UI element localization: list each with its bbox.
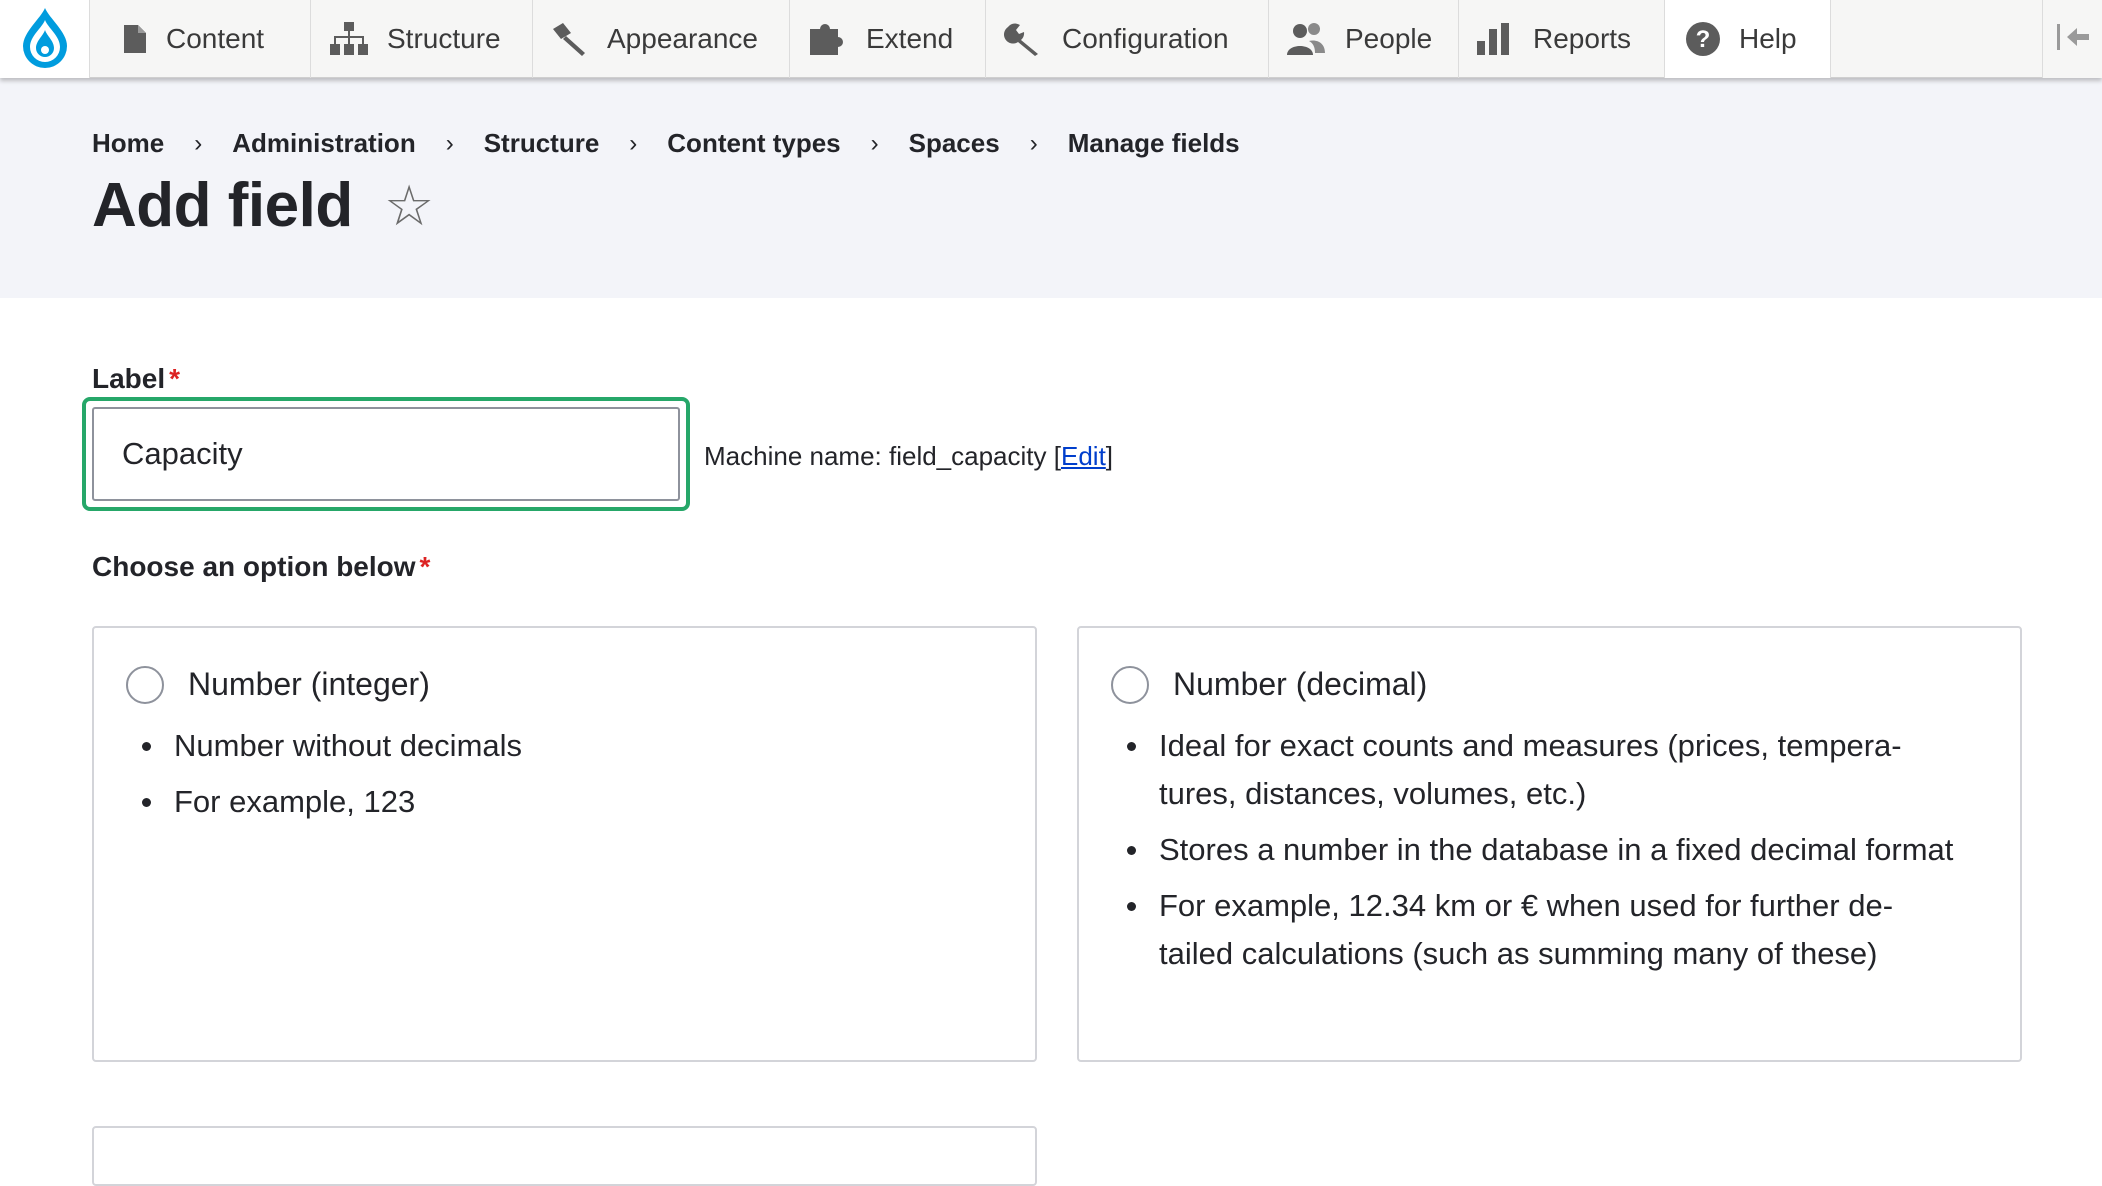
- label-input[interactable]: [92, 407, 680, 501]
- breadcrumb-home[interactable]: Home: [92, 128, 164, 159]
- breadcrumb-content-types[interactable]: Content types: [667, 128, 840, 159]
- toolbar-people-label: People: [1345, 23, 1433, 54]
- toolbar-reports[interactable]: Reports: [1459, 0, 1665, 78]
- toolbar-configuration-label: Configuration: [1062, 23, 1229, 54]
- option-description-list: Ideal for exact counts and measures (pri…: [1127, 722, 1957, 986]
- puzzle-icon: [808, 21, 848, 57]
- sitemap-icon: [329, 21, 369, 57]
- collapse-toolbar-icon: [2053, 22, 2093, 57]
- admin-toolbar: Content Structure Appearance Extend Conf…: [0, 0, 2102, 78]
- breadcrumb-administration[interactable]: Administration: [232, 128, 415, 159]
- drupal-logo[interactable]: [0, 0, 90, 78]
- toolbar-help-label: Help: [1739, 23, 1797, 54]
- breadcrumb-separator: ›: [445, 129, 454, 157]
- option-card-number-decimal[interactable]: Number (decimal) Ideal for exact counts …: [1077, 626, 2022, 1062]
- required-marker: *: [419, 551, 431, 582]
- list-item: For example, 123: [142, 778, 972, 826]
- breadcrumb-structure[interactable]: Structure: [484, 128, 600, 159]
- choose-option-label: Choose an option below *: [92, 551, 430, 583]
- breadcrumb-separator: ›: [1029, 129, 1038, 157]
- required-marker: *: [169, 363, 181, 394]
- wrench-icon: [1004, 21, 1044, 57]
- favorite-star-icon[interactable]: ☆: [384, 178, 434, 234]
- machine-name-text: Machine name: field_capacity: [704, 441, 1054, 471]
- list-item: Ideal for exact counts and measures (pri…: [1127, 722, 1957, 818]
- page-title: Add field: [92, 171, 353, 240]
- machine-name-open-bracket: [: [1053, 441, 1061, 471]
- toolbar-reports-label: Reports: [1533, 23, 1632, 54]
- label-field-label: Label *: [92, 363, 180, 395]
- breadcrumb: Home › Administration › Structure › Cont…: [92, 128, 1240, 159]
- breadcrumb-separator: ›: [629, 129, 638, 157]
- toolbar-structure-label: Structure: [387, 23, 501, 54]
- bar-chart-icon: [1475, 21, 1515, 57]
- toolbar-appearance-label: Appearance: [607, 23, 759, 54]
- drupal-drop-icon: [20, 6, 70, 73]
- breadcrumb-separator: ›: [194, 129, 203, 157]
- help-icon: ?: [1685, 21, 1721, 57]
- machine-name-edit-link[interactable]: Edit: [1061, 441, 1106, 471]
- choose-option-text: Choose an option below: [92, 551, 416, 582]
- radio-number-decimal[interactable]: [1111, 666, 1149, 704]
- machine-name: Machine name: field_capacity [Edit]: [704, 441, 1113, 472]
- toolbar-structure[interactable]: Structure: [311, 0, 533, 78]
- option-title: Number (decimal): [1173, 666, 1428, 702]
- people-icon: [1285, 21, 1327, 57]
- breadcrumb-manage-fields[interactable]: Manage fields: [1068, 128, 1240, 159]
- list-item: For example, 12.34 km or € when used for…: [1127, 882, 1957, 978]
- paintbrush-icon: [549, 21, 589, 57]
- toolbar-appearance[interactable]: Appearance: [533, 0, 790, 78]
- toolbar-people[interactable]: People: [1269, 0, 1459, 78]
- toolbar-help[interactable]: ? Help: [1665, 0, 1831, 78]
- label-field-text: Label: [92, 363, 166, 394]
- toolbar-extend-label: Extend: [866, 23, 954, 54]
- collapse-toolbar-button[interactable]: [2042, 0, 2102, 78]
- option-card-partial[interactable]: [92, 1126, 1037, 1186]
- toolbar-content-label: Content: [166, 23, 265, 54]
- option-description-list: Number without decimals For example, 123: [142, 722, 972, 834]
- option-card-number-integer[interactable]: Number (integer) Number without decimals…: [92, 626, 1037, 1062]
- toolbar-extend[interactable]: Extend: [790, 0, 986, 78]
- radio-number-integer[interactable]: [126, 666, 164, 704]
- breadcrumb-separator: ›: [870, 129, 879, 157]
- list-item: Stores a number in the database in a fix…: [1127, 826, 1957, 874]
- list-item: Number without decimals: [142, 722, 972, 770]
- toolbar-configuration[interactable]: Configuration: [986, 0, 1269, 78]
- option-title: Number (integer): [188, 666, 430, 702]
- breadcrumb-spaces[interactable]: Spaces: [909, 128, 1000, 159]
- svg-text:?: ?: [1696, 26, 1711, 53]
- document-icon: [122, 23, 148, 55]
- toolbar-content[interactable]: Content: [90, 0, 311, 78]
- machine-name-close-bracket: ]: [1105, 441, 1114, 471]
